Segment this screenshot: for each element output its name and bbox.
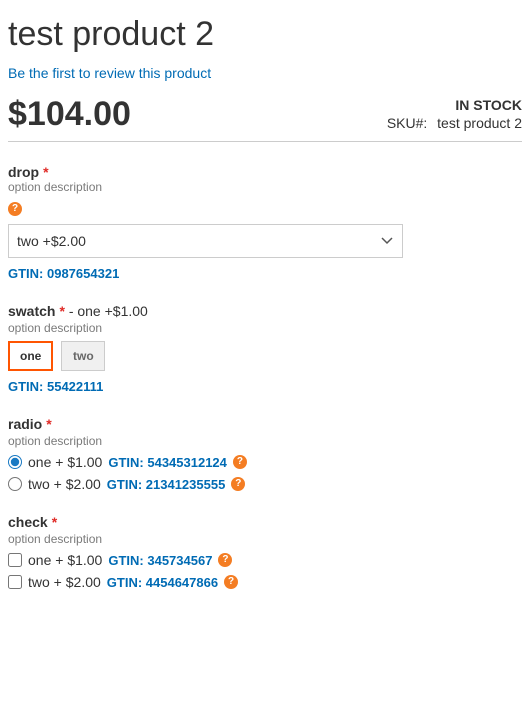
swatch-label: swatch: [8, 303, 55, 319]
check-gtin-one: GTIN: 345734567: [108, 553, 212, 568]
product-title: test product 2: [8, 16, 522, 53]
radio-gtin-two: GTIN: 21341235555: [107, 477, 226, 492]
sku-prefix: SKU#:: [387, 115, 427, 131]
radio-description: option description: [8, 434, 522, 448]
sku-line: SKU#: test product 2: [387, 115, 522, 131]
option-group-drop: drop* option description two +$2.00 GTIN…: [8, 164, 522, 281]
radio-input-one[interactable]: [8, 455, 22, 469]
help-icon[interactable]: [218, 553, 232, 567]
check-option-two[interactable]: two + $2.00 GTIN: 4454647866: [8, 574, 522, 590]
required-asterisk: *: [59, 303, 64, 319]
swatch-suffix: - one +$1.00: [69, 303, 148, 319]
help-icon[interactable]: [8, 202, 22, 216]
radio-text-two: two + $2.00: [28, 476, 101, 492]
check-input-one[interactable]: [8, 553, 22, 567]
radio-option-two[interactable]: two + $2.00 GTIN: 21341235555: [8, 476, 522, 492]
radio-gtin-one: GTIN: 54345312124: [108, 455, 227, 470]
required-asterisk: *: [43, 164, 48, 180]
drop-description: option description: [8, 180, 522, 194]
drop-label: drop: [8, 164, 39, 180]
check-option-one[interactable]: one + $1.00 GTIN: 345734567: [8, 552, 522, 568]
help-icon[interactable]: [233, 455, 247, 469]
divider: [8, 141, 522, 142]
drop-select[interactable]: two +$2.00: [8, 224, 403, 258]
help-icon[interactable]: [231, 477, 245, 491]
radio-label: radio: [8, 416, 42, 432]
swatch-option-two[interactable]: two: [61, 341, 105, 371]
option-group-check: check* option description one + $1.00 GT…: [8, 514, 522, 590]
check-label: check: [8, 514, 48, 530]
check-text-one: one + $1.00: [28, 552, 102, 568]
option-group-radio: radio* option description one + $1.00 GT…: [8, 416, 522, 492]
check-description: option description: [8, 532, 522, 546]
sku-value: test product 2: [437, 115, 522, 131]
option-group-swatch: swatch* - one +$1.00 option description …: [8, 303, 522, 394]
review-link[interactable]: Be the first to review this product: [8, 65, 211, 81]
help-icon[interactable]: [224, 575, 238, 589]
required-asterisk: *: [52, 514, 57, 530]
check-text-two: two + $2.00: [28, 574, 101, 590]
required-asterisk: *: [46, 416, 51, 432]
swatch-gtin: GTIN: 55422111: [8, 379, 522, 394]
check-gtin-two: GTIN: 4454647866: [107, 575, 218, 590]
radio-text-one: one + $1.00: [28, 454, 102, 470]
radio-input-two[interactable]: [8, 477, 22, 491]
radio-option-one[interactable]: one + $1.00 GTIN: 54345312124: [8, 454, 522, 470]
drop-gtin: GTIN: 0987654321: [8, 266, 522, 281]
swatch-description: option description: [8, 321, 522, 335]
product-price: $104.00: [8, 97, 131, 131]
stock-status: IN STOCK: [387, 97, 522, 113]
check-input-two[interactable]: [8, 575, 22, 589]
swatch-option-one[interactable]: one: [8, 341, 53, 371]
